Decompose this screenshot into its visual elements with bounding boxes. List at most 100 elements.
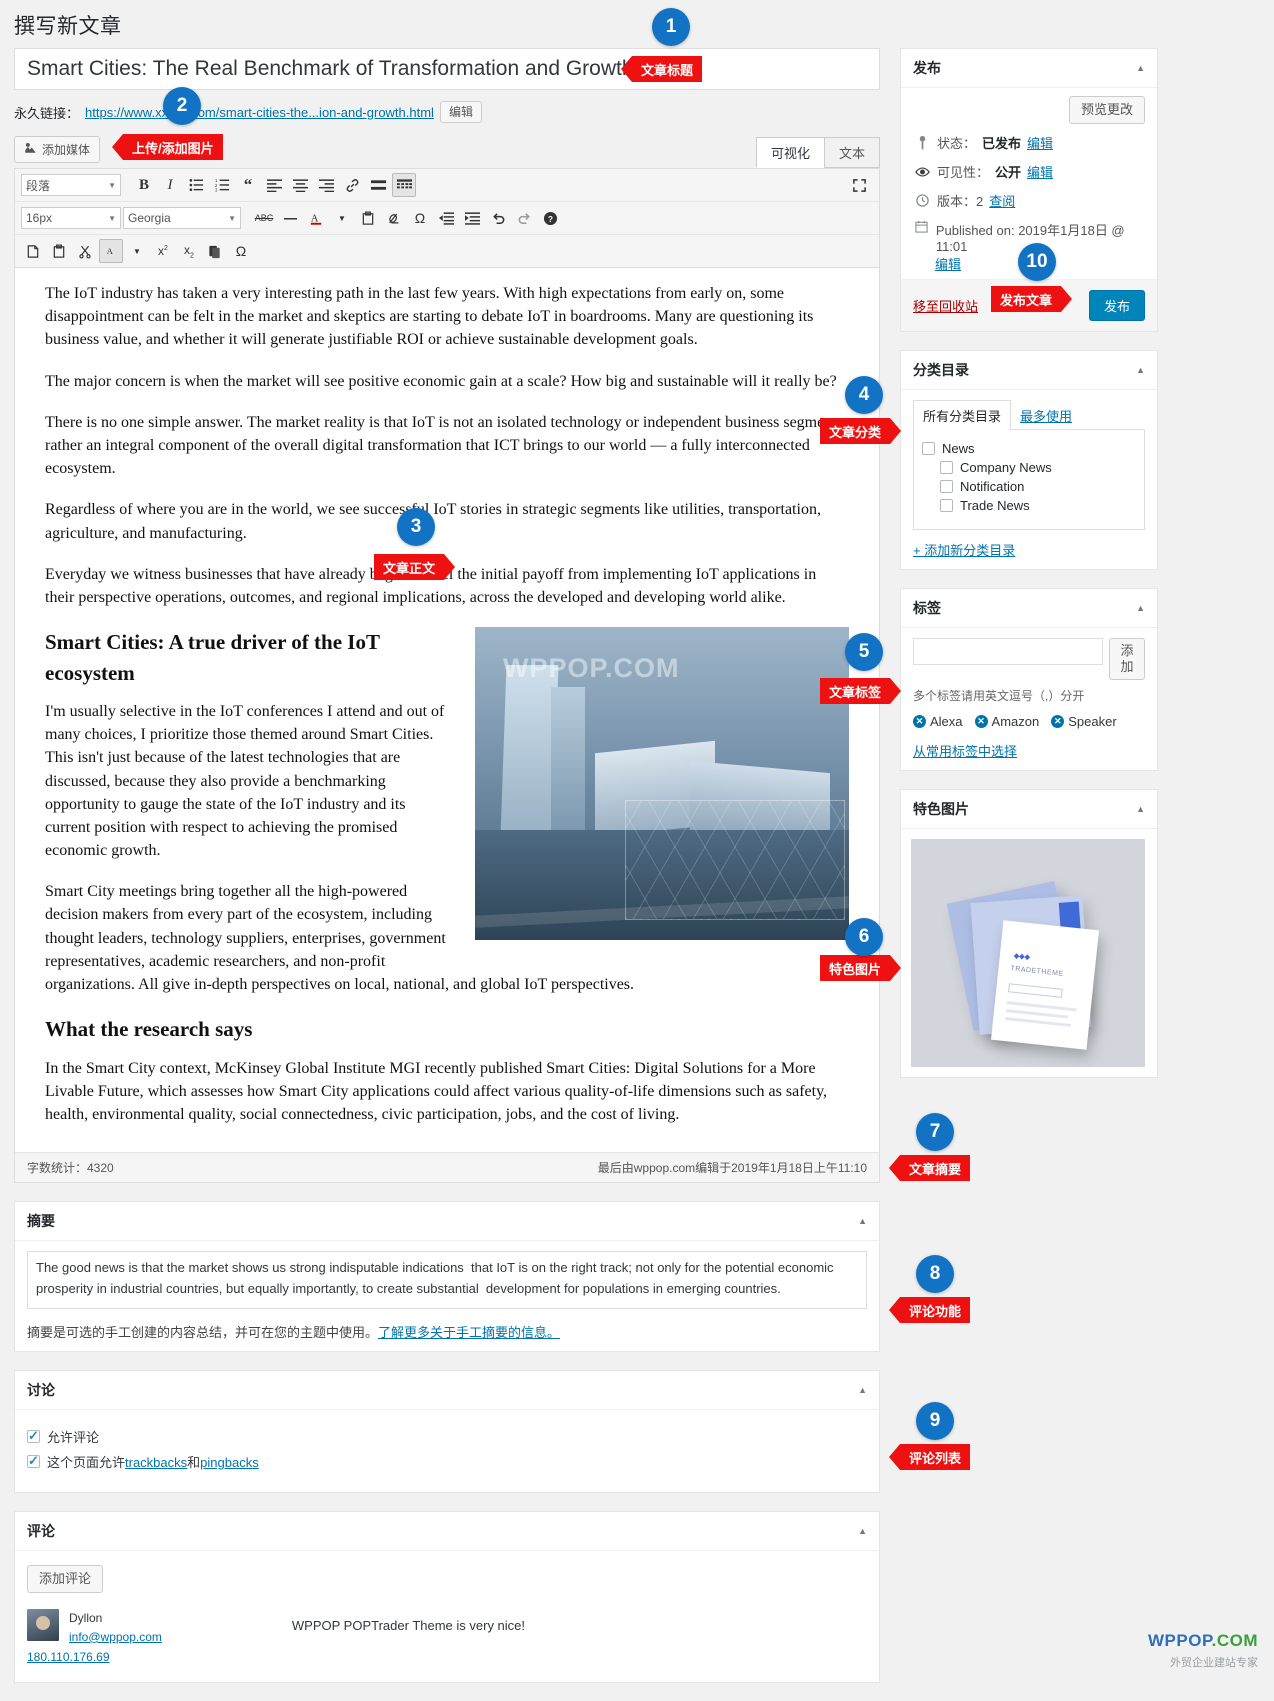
publish-header[interactable]: 发布 ▲	[901, 49, 1157, 88]
excerpt-header[interactable]: 摘要 ▲	[15, 1202, 879, 1242]
status-edit-link[interactable]: 编辑	[1027, 133, 1053, 152]
allow-pings-row[interactable]: 这个页面允许trackbacks和pingbacks	[27, 1449, 867, 1474]
bold-icon[interactable]: B	[132, 173, 156, 197]
categories-header[interactable]: 分类目录 ▲	[901, 351, 1157, 390]
preview-changes-button[interactable]: 预览更改	[1068, 96, 1145, 124]
collapse-toggle-icon[interactable]: ▲	[858, 1216, 867, 1226]
tag-chip[interactable]: ✕ Amazon	[974, 714, 1039, 729]
italic-icon[interactable]: I	[158, 173, 182, 197]
category-checkbox[interactable]	[940, 461, 953, 474]
featured-image-thumbnail[interactable]: ◆◆◆ TRADETHEME	[911, 839, 1145, 1067]
align-right-icon[interactable]	[314, 173, 338, 197]
text-color-dropdown-icon[interactable]: ▼	[330, 206, 354, 230]
post-title-input[interactable]	[25, 49, 869, 89]
remove-tag-icon[interactable]: ✕	[913, 715, 926, 728]
outdent-icon[interactable]	[434, 206, 458, 230]
collapse-toggle-icon[interactable]: ▲	[858, 1385, 867, 1395]
copy-icon[interactable]	[203, 239, 227, 263]
move-to-trash-link[interactable]: 移至回收站	[913, 296, 978, 315]
allow-comments-row[interactable]: 允许评论	[27, 1424, 867, 1449]
add-new-category-link[interactable]: + 添加新分类目录	[913, 540, 1145, 559]
allow-pings-checkbox[interactable]	[27, 1453, 40, 1469]
permalink-url[interactable]: https://www.xxxxx.com/smart-cities-the..…	[85, 105, 434, 120]
tab-most-used[interactable]: 最多使用	[1011, 400, 1081, 430]
comment-ip[interactable]: 180.110.176.69	[27, 1650, 867, 1664]
tab-text[interactable]: 文本	[823, 137, 880, 168]
post-content-area[interactable]: The IoT industry has taken a very intere…	[15, 268, 879, 1152]
category-item[interactable]: News	[922, 439, 1136, 458]
pingbacks-link[interactable]: pingbacks	[200, 1455, 259, 1470]
collapse-toggle-icon[interactable]: ▲	[1136, 63, 1145, 73]
read-more-icon[interactable]	[366, 173, 390, 197]
collapse-toggle-icon[interactable]: ▲	[1136, 804, 1145, 814]
superscript-icon[interactable]: x2	[151, 239, 175, 263]
excerpt-note-link[interactable]: 了解更多关于手工摘要的信息。	[378, 1325, 560, 1340]
comment-author-email[interactable]: info@wppop.com	[69, 1628, 162, 1647]
font-size-select[interactable]: 16px ▼	[21, 207, 121, 229]
revision-link[interactable]: 查阅	[989, 191, 1015, 210]
trackbacks-link[interactable]: trackbacks	[125, 1455, 187, 1470]
tags-header[interactable]: 标签 ▲	[901, 589, 1157, 628]
background-color-dropdown-icon[interactable]: ▼	[125, 239, 149, 263]
paste-word-icon[interactable]	[47, 239, 71, 263]
align-left-icon[interactable]	[262, 173, 286, 197]
numbered-list-icon[interactable]: 123	[210, 173, 234, 197]
permalink-edit-button[interactable]: 编辑	[439, 101, 482, 123]
comments-title: 评论	[27, 1523, 55, 1540]
align-center-icon[interactable]	[288, 173, 312, 197]
remove-tag-icon[interactable]: ✕	[1051, 715, 1065, 728]
redo-icon[interactable]	[512, 206, 536, 230]
indent-icon[interactable]	[460, 206, 484, 230]
add-comment-button[interactable]: 添加评论	[27, 1565, 104, 1594]
published-edit-link[interactable]: 编辑	[935, 257, 961, 272]
excerpt-textarea[interactable]	[27, 1251, 867, 1310]
tag-chip[interactable]: ✕ Speaker	[1051, 714, 1117, 729]
paragraph-format-select[interactable]: 段落 ▼	[21, 174, 121, 196]
text-color-icon[interactable]: A	[304, 206, 328, 230]
inline-post-image[interactable]: WPPOP.COM	[475, 627, 849, 941]
category-checkbox[interactable]	[940, 499, 953, 512]
category-checkbox[interactable]	[922, 442, 935, 455]
tag-chip[interactable]: ✕ Alexa	[913, 714, 963, 729]
add-media-button[interactable]: 添加媒体	[14, 135, 101, 163]
subscript-icon[interactable]: x2	[177, 239, 201, 263]
blockquote-icon[interactable]: “	[236, 173, 260, 197]
publish-button[interactable]: 发布	[1088, 290, 1145, 321]
font-family-select[interactable]: Georgia ▼	[123, 207, 241, 229]
allow-comments-checkbox[interactable]	[27, 1428, 40, 1444]
bullet-list-icon[interactable]	[184, 173, 208, 197]
kitchen-sink-icon[interactable]	[392, 173, 416, 197]
paste-as-text-icon[interactable]	[356, 206, 380, 230]
category-item[interactable]: Trade News	[922, 496, 1136, 515]
tag-input[interactable]	[913, 638, 1103, 665]
categories-list[interactable]: News Company News Notification Trade New…	[913, 430, 1145, 530]
undo-icon[interactable]	[486, 206, 510, 230]
omega-icon[interactable]: Ω	[229, 239, 253, 263]
category-item[interactable]: Notification	[922, 477, 1136, 496]
clear-formatting-icon[interactable]	[382, 206, 406, 230]
discussion-header[interactable]: 讨论 ▲	[15, 1371, 879, 1411]
comments-header[interactable]: 评论 ▲	[15, 1512, 879, 1552]
cut-icon[interactable]	[73, 239, 97, 263]
help-icon[interactable]: ?	[538, 206, 562, 230]
paste-icon[interactable]	[21, 239, 45, 263]
collapse-toggle-icon[interactable]: ▲	[1136, 603, 1145, 613]
add-tag-button[interactable]: 添加	[1109, 638, 1145, 680]
choose-from-popular-tags-link[interactable]: 从常用标签中选择	[913, 741, 1145, 760]
tab-all-categories[interactable]: 所有分类目录	[913, 400, 1012, 430]
fullscreen-icon[interactable]	[847, 173, 871, 197]
strikethrough-icon[interactable]: ABC	[252, 206, 276, 230]
visibility-edit-link[interactable]: 编辑	[1027, 162, 1053, 181]
category-item[interactable]: Company News	[922, 458, 1136, 477]
collapse-toggle-icon[interactable]: ▲	[1136, 365, 1145, 375]
category-checkbox[interactable]	[940, 480, 953, 493]
background-color-icon[interactable]: A	[99, 239, 123, 263]
featured-image-header[interactable]: 特色图片 ▲	[901, 790, 1157, 829]
link-icon[interactable]	[340, 173, 364, 197]
collapse-toggle-icon[interactable]: ▲	[858, 1526, 867, 1536]
post-title-wrapper[interactable]	[14, 48, 880, 90]
special-character-icon[interactable]: Ω	[408, 206, 432, 230]
horizontal-rule-icon[interactable]	[278, 206, 302, 230]
tab-visual[interactable]: 可视化	[755, 137, 825, 168]
remove-tag-icon[interactable]: ✕	[974, 715, 988, 728]
